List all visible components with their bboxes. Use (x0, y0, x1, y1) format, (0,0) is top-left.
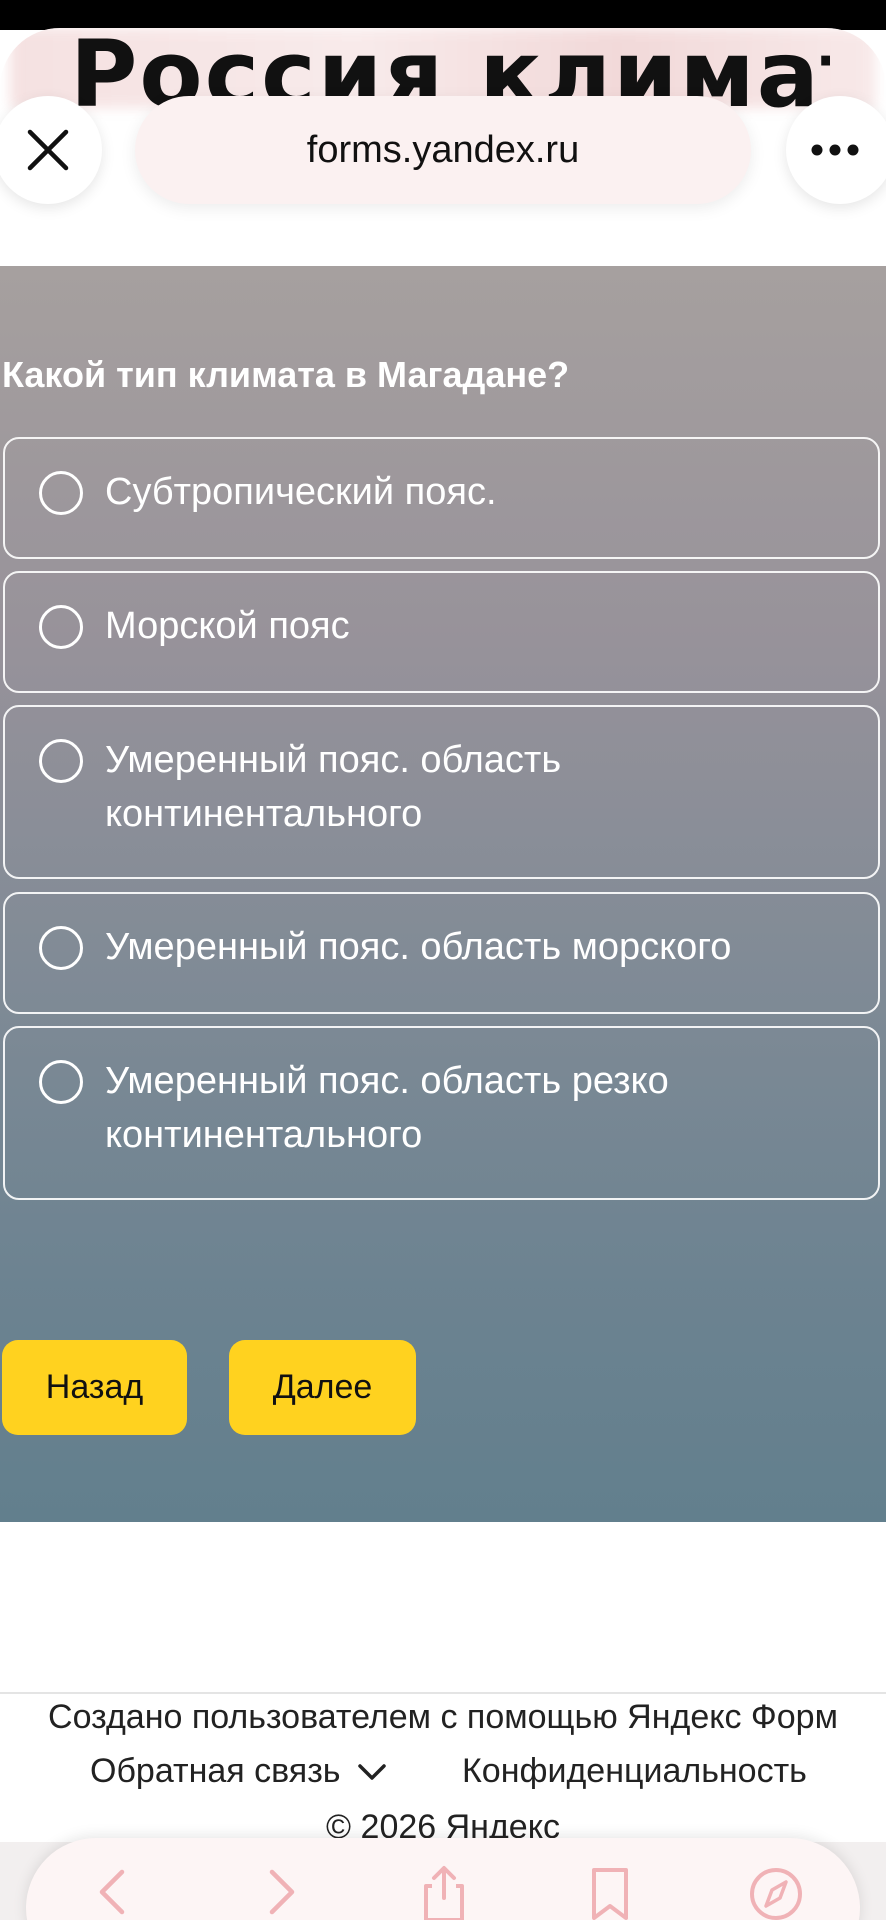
share-icon[interactable] (414, 1862, 474, 1920)
answer-option-label: Умеренный пояс. область континентального (105, 739, 562, 835)
answer-option[interactable]: Субтропический пояс. (3, 437, 880, 559)
feedback-label: Обратная связь (90, 1752, 341, 1790)
back-button[interactable]: Назад (2, 1340, 187, 1435)
status-bar (0, 0, 886, 30)
question-text: Какой тип климата в Магадане? (2, 354, 570, 395)
answer-option[interactable]: Умеренный пояс. область резко континента… (3, 1026, 880, 1200)
more-icon (811, 144, 859, 156)
copyright-text: © 2026 Яндекс (326, 1808, 560, 1842)
chevron-down-icon (357, 1763, 386, 1780)
radio-button[interactable] (39, 471, 83, 515)
next-button[interactable]: Далее (229, 1340, 416, 1435)
answer-option-label: Умеренный пояс. область резко континента… (105, 1060, 669, 1156)
copyright: © 2026 Яндекс (0, 1808, 886, 1842)
radio-button[interactable] (39, 1060, 83, 1104)
more-button[interactable] (786, 96, 886, 204)
footer-links: Обратная связь Конфиденциальность (0, 1752, 886, 1802)
radio-button[interactable] (39, 739, 83, 783)
address-bar[interactable]: forms.yandex.ru (135, 96, 751, 204)
close-icon (27, 129, 69, 171)
answer-option-label: Морской пояс (105, 605, 350, 647)
compass-icon[interactable] (746, 1862, 806, 1920)
answer-option-label: Умеренный пояс. область морского (105, 926, 732, 968)
forward-icon[interactable] (252, 1862, 312, 1920)
answer-option[interactable]: Морской пояс (3, 571, 880, 693)
back-icon[interactable] (82, 1862, 142, 1920)
radio-button[interactable] (39, 926, 83, 970)
feedback-link[interactable]: Обратная связь (90, 1752, 387, 1791)
radio-button[interactable] (39, 605, 83, 649)
footer-created-by: Создано пользователем с помощью Яндекс Ф… (48, 1698, 838, 1736)
answer-option[interactable]: Умеренный пояс. область континентального (3, 705, 880, 879)
bookmarks-icon[interactable] (580, 1862, 640, 1920)
privacy-link[interactable]: Конфиденциальность (462, 1752, 807, 1791)
answer-option-label: Субтропический пояс. (105, 471, 497, 513)
answer-option[interactable]: Умеренный пояс. область морского (3, 892, 880, 1014)
footer-divider (0, 1692, 886, 1694)
url-text: forms.yandex.ru (306, 128, 580, 171)
